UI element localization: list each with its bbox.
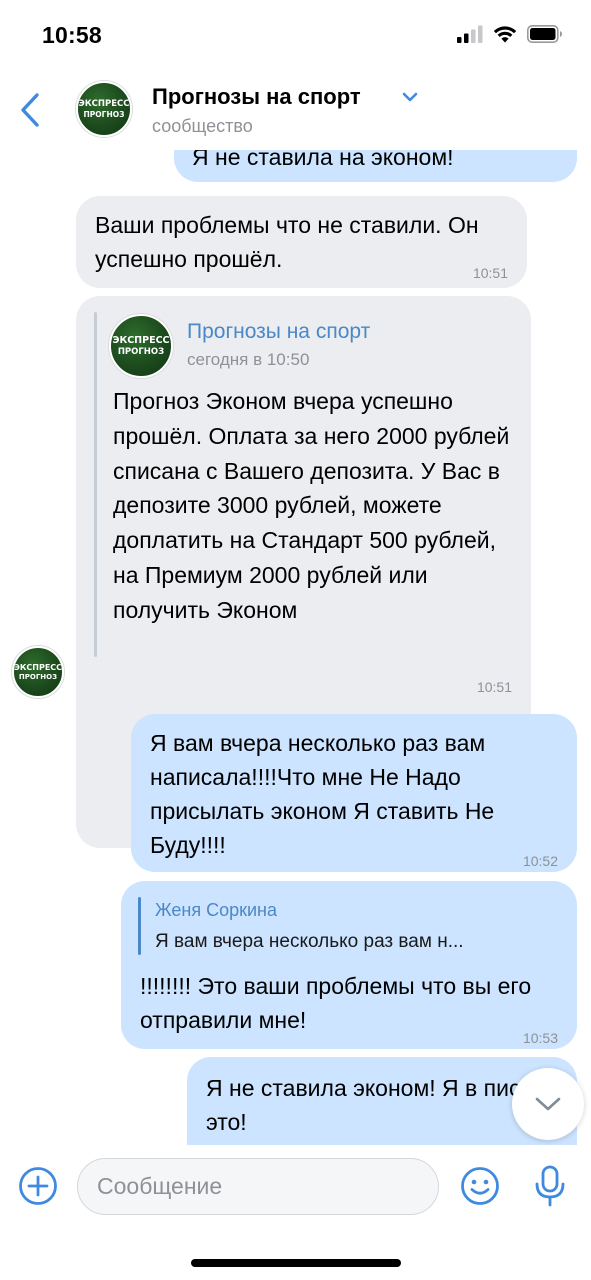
message-text: !!!!!!!! Это ваши проблемы что вы его от… [140, 973, 532, 1033]
scroll-down-button[interactable] [512, 1068, 584, 1140]
back-chevron-icon [21, 93, 39, 127]
forwarded-date: сегодня в 10:50 [187, 350, 310, 369]
wifi-icon [493, 25, 517, 48]
microphone-icon [535, 1165, 565, 1207]
chat-header: ЭКСПРЕСС ПРОГНОЗ Прогнозы на спорт сообщ… [0, 70, 591, 150]
battery-icon [527, 24, 563, 48]
message-time: 10:51 [524, 150, 559, 162]
message-bubble[interactable]: Я не ставила на эконом! 10:51 [174, 150, 577, 182]
status-icons [457, 24, 563, 48]
forward-bar [94, 312, 97, 657]
forwarded-author-avatar[interactable]: ЭКСПРЕСС ПРОГНОЗ [109, 314, 173, 378]
add-icon [19, 1167, 57, 1205]
back-button[interactable] [12, 88, 48, 132]
composer [0, 1145, 591, 1280]
emoji-button[interactable] [460, 1166, 500, 1206]
message-time: 10:53 [522, 1030, 558, 1046]
avatar-logo-line2: ПРОГНОЗ [18, 672, 58, 681]
avatar-logo-line1: ЭКСПРЕСС [13, 662, 63, 672]
forwarded-text: Прогноз Эконом вчера успешно прошёл. Опл… [113, 388, 510, 623]
avatar-logo-line1: ЭКСПРЕСС [112, 335, 170, 346]
message-bubble-reply[interactable]: Женя Соркина Я вам вчера несколько раз в… [121, 881, 577, 1049]
sender-avatar[interactable]: ЭКСПРЕСС ПРОГНОЗ [12, 646, 64, 698]
avatar-logo-line2: ПРОГНОЗ [83, 109, 125, 119]
page-subtitle: сообщество [152, 116, 253, 136]
reply-snippet[interactable]: Я вам вчера несколько раз вам н... [155, 929, 464, 955]
status-time: 10:58 [42, 22, 102, 48]
chevron-down-icon [402, 92, 418, 102]
message-input[interactable] [77, 1158, 439, 1215]
reply-bar [138, 897, 141, 955]
signal-icon [457, 25, 483, 48]
message-text: Я вам вчера несколько раз вам написала!!… [150, 730, 495, 858]
message-list[interactable]: Я не ставила на эконом! 10:51 Ваши пробл… [0, 150, 591, 1145]
message-text: Ваши проблемы что не ставили. Он успешно… [95, 212, 479, 272]
message-text: Я не ставила на эконом! [192, 150, 454, 170]
message-time: 10:51 [472, 265, 508, 281]
chevron-down-icon [535, 1097, 561, 1111]
avatar-logo-line1: ЭКСПРЕСС [78, 99, 130, 109]
reply-author[interactable]: Женя Соркина [155, 897, 277, 923]
status-bar: 10:58 [0, 0, 591, 70]
voice-message-button[interactable] [530, 1164, 570, 1208]
message-bubble[interactable]: Ваши проблемы что не ставили. Он успешно… [76, 196, 527, 288]
community-avatar[interactable]: ЭКСПРЕСС ПРОГНОЗ [76, 81, 132, 137]
message-time: 10:51 [476, 679, 512, 695]
message-bubble[interactable]: Я вам вчера несколько раз вам написала!!… [131, 714, 577, 872]
message-time: 10:52 [522, 853, 558, 869]
avatar-logo-line2: ПРОГНОЗ [117, 346, 165, 357]
home-indicator [191, 1259, 401, 1267]
forwarded-author-name[interactable]: Прогнозы на спорт [187, 318, 370, 346]
add-attachment-button[interactable] [17, 1165, 59, 1207]
page-title[interactable]: Прогнозы на спорт [152, 84, 361, 110]
emoji-icon [461, 1167, 499, 1205]
header-dropdown-button[interactable] [402, 90, 418, 108]
